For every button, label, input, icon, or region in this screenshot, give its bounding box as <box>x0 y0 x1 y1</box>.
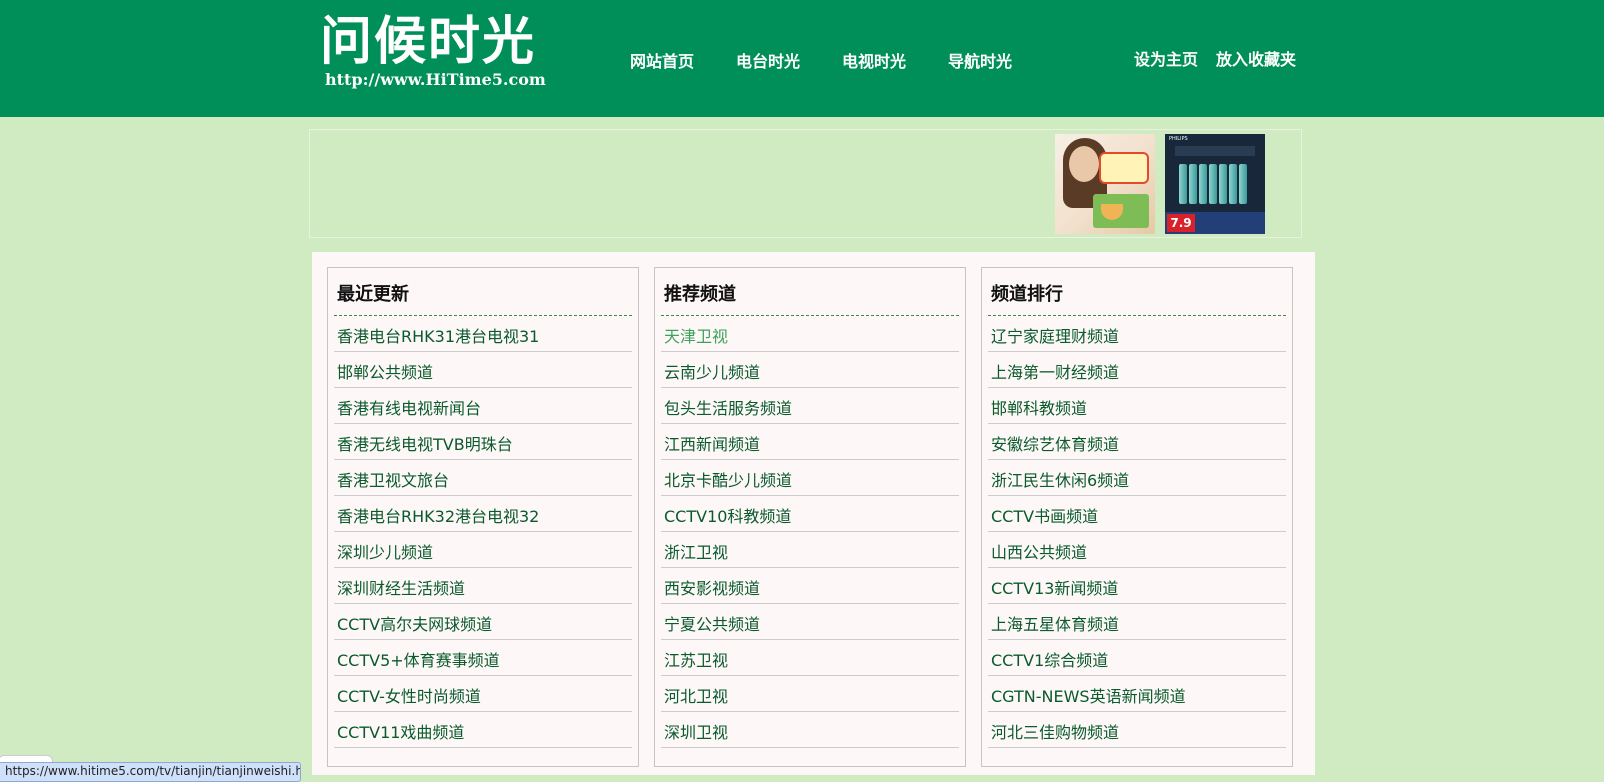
channel-link[interactable]: 安徽综艺体育频道 <box>991 435 1119 454</box>
list-item: 安徽综艺体育频道 <box>988 424 1286 460</box>
channel-link[interactable]: 云南少儿频道 <box>664 363 760 382</box>
site-logo[interactable]: 问候时光 <box>320 10 536 74</box>
channel-link[interactable]: 上海五星体育频道 <box>991 615 1119 634</box>
channel-link[interactable]: CCTV书画频道 <box>991 507 1098 526</box>
column-title: 最近更新 <box>334 268 632 316</box>
channel-link[interactable]: 辽宁家庭理财频道 <box>991 327 1119 346</box>
channel-link[interactable]: 香港电台RHK31港台电视31 <box>337 327 539 346</box>
browser-status-bar: https://www.hitime5.com/tv/tianjin/tianj… <box>0 762 301 782</box>
list-item: CCTV10科教频道 <box>661 496 959 532</box>
channel-link[interactable]: 天津卫视 <box>664 327 728 346</box>
list-item: 上海五星体育频道 <box>988 604 1286 640</box>
ad-price-badge: 7.9 <box>1167 214 1195 232</box>
list-item: 深圳财经生活频道 <box>334 568 632 604</box>
site-header: 问候时光 http://www.HiTime5.com 网站首页 电台时光 电视… <box>0 0 1604 117</box>
list-item: 江西新闻频道 <box>661 424 959 460</box>
list-item: 宁夏公共频道 <box>661 604 959 640</box>
nav-home[interactable]: 网站首页 <box>630 48 736 72</box>
list-item: 上海第一财经频道 <box>988 352 1286 388</box>
list-item: 云南少儿频道 <box>661 352 959 388</box>
column-title: 推荐频道 <box>661 268 959 316</box>
channel-link[interactable]: 包头生活服务频道 <box>664 399 792 418</box>
channel-link[interactable]: 深圳卫视 <box>664 723 728 742</box>
channel-link[interactable]: 上海第一财经频道 <box>991 363 1119 382</box>
channel-link[interactable]: 浙江民生休闲6频道 <box>991 471 1129 490</box>
list-item: CGTN-NEWS英语新闻频道 <box>988 676 1286 712</box>
list-item: 香港电台RHK31港台电视31 <box>334 316 632 352</box>
channel-link[interactable]: CCTV5+体育赛事频道 <box>337 651 500 670</box>
list-item: 香港有线电视新闻台 <box>334 388 632 424</box>
channel-link[interactable]: 邯郸科教频道 <box>991 399 1087 418</box>
channel-link[interactable]: 山西公共频道 <box>991 543 1087 562</box>
nav-navigation[interactable]: 导航时光 <box>948 48 1054 72</box>
list-item: CCTV13新闻频道 <box>988 568 1286 604</box>
list-item: 北京卡酷少儿频道 <box>661 460 959 496</box>
channel-link[interactable]: CCTV13新闻频道 <box>991 579 1118 598</box>
channel-link[interactable]: 北京卡酷少儿频道 <box>664 471 792 490</box>
channel-list: 天津卫视云南少儿频道包头生活服务频道 江西新闻频道北京卡酷少儿频道 CCTV10科教… <box>655 316 965 748</box>
channel-link[interactable]: 河北三佳购物频道 <box>991 723 1119 742</box>
channel-link[interactable]: 香港卫视文旅台 <box>337 471 449 490</box>
channel-list: 辽宁家庭理财频道 上海第一财经频道 邯郸科教频道安徽综艺体育频道 浙江民生休闲6频道 C… <box>982 316 1292 748</box>
list-item: 深圳少儿频道 <box>334 532 632 568</box>
channel-link[interactable]: 深圳少儿频道 <box>337 543 433 562</box>
column-recommended: 推荐频道 天津卫视云南少儿频道包头生活服务频道 江西新闻频道北京卡酷少儿频道 CCT… <box>654 267 966 767</box>
channel-list: 香港电台RHK31港台电视31 邯郸公共频道香港有线电视新闻台香港无线电视TVB明… <box>328 316 638 748</box>
ad-brand-text: PHILIPS <box>1169 136 1188 142</box>
ad-banner: PHILIPS 7.9 <box>309 129 1302 238</box>
channel-link[interactable]: 香港无线电视TVB明珠台 <box>337 435 513 454</box>
list-item: 深圳卫视 <box>661 712 959 748</box>
list-item: 香港卫视文旅台 <box>334 460 632 496</box>
main-content: 最近更新 香港电台RHK31港台电视31 邯郸公共频道香港有线电视新闻台香港无线电… <box>312 252 1315 775</box>
site-url: http://www.HiTime5.com <box>325 70 546 89</box>
list-item: 天津卫视 <box>661 316 959 352</box>
list-item: 西安影视频道 <box>661 568 959 604</box>
channel-link[interactable]: CCTV10科教频道 <box>664 507 791 526</box>
list-item: 浙江卫视 <box>661 532 959 568</box>
main-nav: 网站首页 电台时光 电视时光 导航时光 <box>630 48 1054 72</box>
channel-link[interactable]: 香港电台RHK32港台电视32 <box>337 507 539 526</box>
list-item: CCTV书画频道 <box>988 496 1286 532</box>
ad-breakfast-image[interactable] <box>1055 134 1155 234</box>
channel-link[interactable]: CCTV高尔夫网球频道 <box>337 615 492 634</box>
list-item: 香港无线电视TVB明珠台 <box>334 424 632 460</box>
list-item: CCTV-女性时尚频道 <box>334 676 632 712</box>
channel-link[interactable]: 江苏卫视 <box>664 651 728 670</box>
channel-link[interactable]: 邯郸公共频道 <box>337 363 433 382</box>
channel-link[interactable]: 江西新闻频道 <box>664 435 760 454</box>
channel-link[interactable]: CCTV1综合频道 <box>991 651 1108 670</box>
list-item: 浙江民生休闲6频道 <box>988 460 1286 496</box>
list-item: 邯郸科教频道 <box>988 388 1286 424</box>
channel-link[interactable]: 香港有线电视新闻台 <box>337 399 481 418</box>
add-bookmark-link[interactable]: 放入收藏夹 <box>1216 46 1296 70</box>
list-item: 河北三佳购物频道 <box>988 712 1286 748</box>
list-item: 山西公共频道 <box>988 532 1286 568</box>
nav-tv[interactable]: 电视时光 <box>842 48 948 72</box>
channel-link[interactable]: CGTN-NEWS英语新闻频道 <box>991 687 1186 706</box>
ad-battery-image[interactable]: PHILIPS 7.9 <box>1165 134 1265 234</box>
list-item: 河北卫视 <box>661 676 959 712</box>
channel-link[interactable]: 浙江卫视 <box>664 543 728 562</box>
list-item: 包头生活服务频道 <box>661 388 959 424</box>
set-homepage-link[interactable]: 设为主页 <box>1134 46 1198 70</box>
header-links: 设为主页 放入收藏夹 <box>1134 46 1314 70</box>
list-item: CCTV高尔夫网球频道 <box>334 604 632 640</box>
column-title: 频道排行 <box>988 268 1286 316</box>
list-item: 香港电台RHK32港台电视32 <box>334 496 632 532</box>
list-item: CCTV11戏曲频道 <box>334 712 632 748</box>
list-item: 辽宁家庭理财频道 <box>988 316 1286 352</box>
channel-link[interactable]: CCTV11戏曲频道 <box>337 723 464 742</box>
nav-radio[interactable]: 电台时光 <box>736 48 842 72</box>
list-item: CCTV5+体育赛事频道 <box>334 640 632 676</box>
channel-link[interactable]: 宁夏公共频道 <box>664 615 760 634</box>
channel-link[interactable]: CCTV-女性时尚频道 <box>337 687 481 706</box>
list-item: 邯郸公共频道 <box>334 352 632 388</box>
list-item: CCTV1综合频道 <box>988 640 1286 676</box>
channel-link[interactable]: 深圳财经生活频道 <box>337 579 465 598</box>
channel-link[interactable]: 河北卫视 <box>664 687 728 706</box>
column-recent-updates: 最近更新 香港电台RHK31港台电视31 邯郸公共频道香港有线电视新闻台香港无线电… <box>327 267 639 767</box>
channel-link[interactable]: 西安影视频道 <box>664 579 760 598</box>
list-item: 江苏卫视 <box>661 640 959 676</box>
column-ranking: 频道排行 辽宁家庭理财频道 上海第一财经频道 邯郸科教频道安徽综艺体育频道 浙江民生休… <box>981 267 1293 767</box>
